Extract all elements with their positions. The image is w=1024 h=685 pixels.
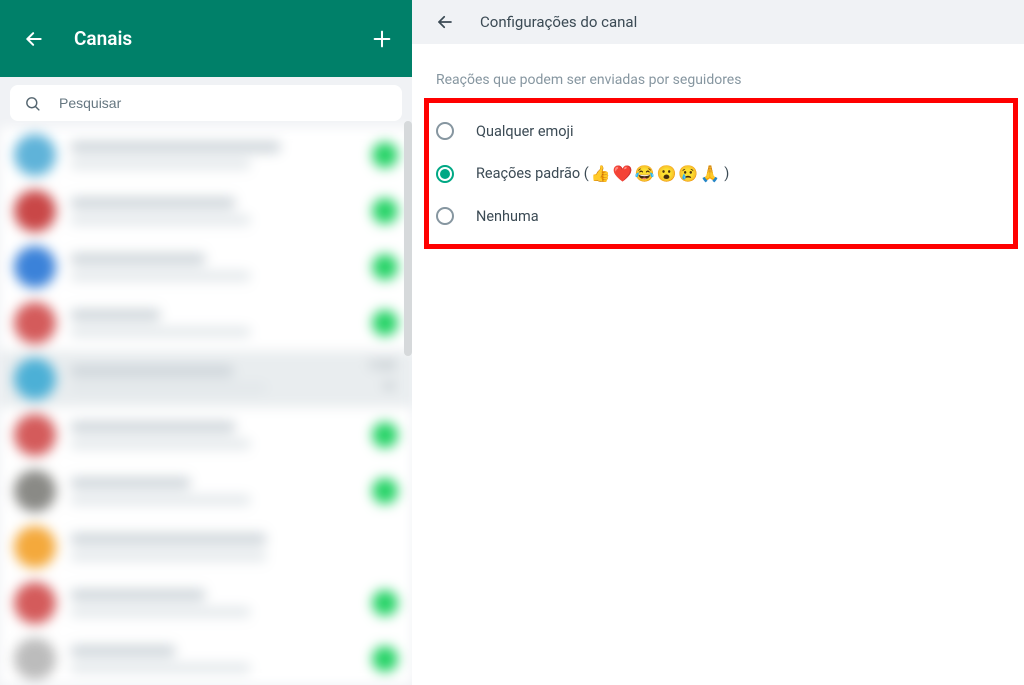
- channel-text: [70, 645, 372, 673]
- option-label: Qualquer emoji: [476, 123, 574, 140]
- channel-row[interactable]: [0, 183, 412, 239]
- avatar: [14, 134, 56, 176]
- radio[interactable]: [436, 122, 454, 140]
- channel-row[interactable]: [0, 463, 412, 519]
- channel-time: 11:01: [369, 359, 396, 372]
- radio[interactable]: [436, 207, 454, 225]
- sidebar-header: Canais: [0, 0, 412, 77]
- option-label: Nenhuma: [476, 208, 539, 225]
- sidebar-title: Canais: [74, 27, 370, 50]
- avatar: [14, 526, 56, 568]
- reaction-option-0[interactable]: Qualquer emoji: [432, 110, 1000, 152]
- section-label: Reações que podem ser enviadas por segui…: [412, 44, 1024, 104]
- add-channel-icon[interactable]: [370, 27, 394, 51]
- status-dot: [372, 646, 398, 672]
- option-label: Reações padrão (👍❤️😂😮😢🙏): [476, 164, 729, 183]
- chevron-down-icon[interactable]: [380, 377, 398, 395]
- avatar: [14, 302, 56, 344]
- scrollbar[interactable]: [404, 121, 412, 356]
- avatar: [14, 190, 56, 232]
- reaction-option-1[interactable]: Reações padrão (👍❤️😂😮😢🙏): [432, 152, 1000, 195]
- avatar: [14, 414, 56, 456]
- channel-text: [70, 477, 372, 505]
- status-dot: [372, 310, 398, 336]
- avatar: [14, 582, 56, 624]
- channel-row[interactable]: [0, 127, 412, 183]
- status-dot: [372, 198, 398, 224]
- status-dot: [372, 422, 398, 448]
- channel-text: [70, 365, 398, 393]
- channel-text: [70, 197, 372, 225]
- channel-row[interactable]: [0, 631, 412, 685]
- channel-text: [70, 309, 372, 337]
- avatar: [14, 358, 56, 400]
- search-icon: [24, 95, 41, 112]
- avatar: [14, 638, 56, 680]
- back-icon[interactable]: [22, 27, 46, 51]
- search-input[interactable]: [59, 95, 388, 111]
- main-panel: Configurações do canal Reações que podem…: [412, 0, 1024, 685]
- status-dot: [372, 142, 398, 168]
- main-header-title: Configurações do canal: [480, 13, 637, 31]
- radio[interactable]: [436, 165, 454, 183]
- channel-text: [70, 533, 398, 561]
- channel-text: [70, 589, 372, 617]
- channel-text: [70, 141, 372, 169]
- status-dot: [372, 254, 398, 280]
- channel-row[interactable]: 11:01: [0, 351, 412, 407]
- channel-text: [70, 421, 372, 449]
- search-bar[interactable]: [10, 85, 402, 121]
- sidebar: Canais 11:01: [0, 0, 412, 685]
- channel-text: [70, 253, 372, 281]
- avatar: [14, 470, 56, 512]
- channel-row[interactable]: [0, 239, 412, 295]
- channel-row[interactable]: [0, 575, 412, 631]
- channel-list[interactable]: 11:01: [0, 127, 412, 685]
- emoji-list: 👍❤️😂😮😢🙏: [591, 164, 723, 183]
- main-header: Configurações do canal: [412, 0, 1024, 44]
- reaction-option-2[interactable]: Nenhuma: [432, 195, 1000, 237]
- channel-row[interactable]: [0, 407, 412, 463]
- channel-row[interactable]: [0, 295, 412, 351]
- back-icon[interactable]: [436, 13, 454, 31]
- status-dot: [372, 590, 398, 616]
- channel-row[interactable]: [0, 519, 412, 575]
- status-dot: [372, 478, 398, 504]
- avatar: [14, 246, 56, 288]
- reaction-options: Qualquer emoji Reações padrão (👍❤️😂😮😢🙏) Ne…: [420, 104, 1012, 247]
